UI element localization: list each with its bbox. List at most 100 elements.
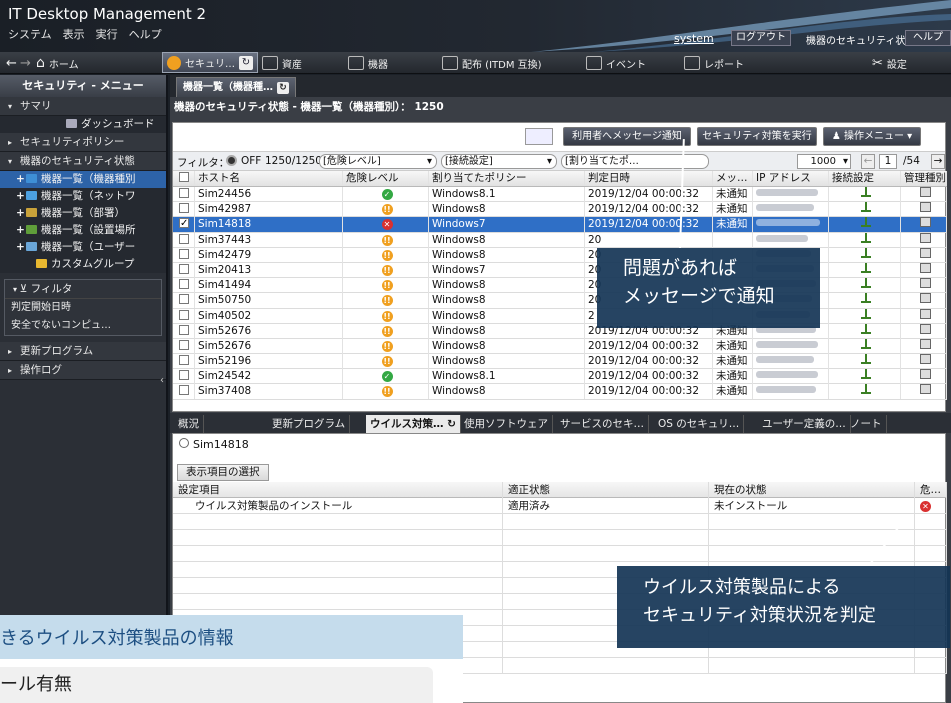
user-link[interactable]: system — [674, 32, 714, 45]
expand-icon[interactable]: + — [16, 205, 26, 222]
filter-title[interactable]: ▾ ⊻ フィルタ — [5, 280, 161, 299]
filter-toggle-icon[interactable] — [226, 155, 237, 166]
run-security-action-button[interactable]: セキュリティ対策を実行 — [697, 127, 817, 146]
detail-tab[interactable]: サービスのセキ… — [556, 415, 649, 433]
menu-system[interactable]: システム — [8, 26, 52, 42]
table-row[interactable]: Sim52676!! Windows8 2019/12/04 00:00:32 未通知 — [173, 338, 947, 355]
sidebar-item-dashboard[interactable]: ダッシュボード — [0, 116, 166, 133]
column-header[interactable]: 割り当てたポリシー — [429, 171, 585, 186]
sidebar-item-summary[interactable]: ▾ サマリ — [0, 97, 166, 116]
table-row[interactable]: Sim50750!! Windows8 20 — [173, 293, 947, 309]
forward-button[interactable]: → — [20, 52, 31, 74]
tab-device-list[interactable]: 機器一覧（機器種… ↻ — [176, 77, 296, 97]
logout-button[interactable]: ログアウト — [731, 30, 791, 46]
column-header[interactable]: IP アドレス — [753, 171, 829, 186]
table-row[interactable]: Sim24456 ✓ Windows8.1 2019/12/04 00:00:32 未通… — [173, 187, 947, 203]
column-header[interactable]: 接続設定 — [829, 171, 901, 186]
row-checkbox[interactable] — [173, 293, 195, 309]
refresh-icon[interactable]: ↻ — [277, 82, 289, 94]
table-row[interactable]: Sim37443!! Windows8 20 — [173, 232, 947, 248]
page-size-select[interactable]: 1000 ▾ — [797, 154, 851, 169]
table-row[interactable]: Sim52676!! Windows8 2019/12/04 00:00:32 未通知 — [173, 323, 947, 339]
notify-user-button[interactable]: 利用者へメッセージ通知 — [563, 127, 691, 146]
nav-settings[interactable]: ✂ 設定 — [872, 52, 907, 74]
column-header[interactable]: 判定日時 — [585, 171, 713, 186]
nav-home[interactable]: ⌂ ホーム — [36, 52, 79, 74]
policy-dropdown[interactable]: [割り当てたポ… — [561, 154, 709, 169]
sidebar-subitem[interactable]: カスタムグループ — [0, 256, 166, 273]
filter-row-unsafe-computers[interactable]: 安全でないコンピュ… — [5, 317, 161, 335]
table-row[interactable]: Sim41494!! Windows8 20 — [173, 278, 947, 294]
detail-tab[interactable]: ウイルス対策… ↻ — [366, 415, 461, 433]
column-header[interactable]: 管理種別 — [901, 171, 947, 186]
nav-security[interactable]: セキュリ… ↻ — [162, 52, 258, 73]
next-page-button[interactable]: → — [931, 154, 945, 169]
column-header[interactable]: メッ… — [713, 171, 753, 186]
connection-dropdown[interactable]: [接続設定] ▾ — [441, 154, 557, 169]
detail-tab[interactable]: ノート — [846, 415, 887, 433]
refresh-icon[interactable]: ↻ — [444, 418, 456, 430]
help-button[interactable]: ヘルプ — [905, 30, 951, 46]
refresh-icon[interactable]: ↻ — [239, 55, 253, 70]
column-header[interactable]: 設定項目 — [173, 482, 503, 498]
filter-row-start-date[interactable]: 判定開始日時 — [5, 299, 161, 317]
sidebar-item-updates[interactable]: ▸ 更新プログラム — [0, 342, 166, 361]
select-columns-button[interactable]: 表示項目の選択 — [177, 464, 269, 481]
operation-menu-button[interactable]: ♟ 操作メニュー ▾ — [823, 127, 921, 146]
sidebar-item-security-policy[interactable]: ▸ セキュリティポリシー — [0, 133, 166, 152]
row-checkbox[interactable] — [173, 354, 195, 370]
sidebar-subitem[interactable]: + 機器一覧（機器種別 — [0, 171, 166, 188]
expand-icon[interactable]: + — [16, 222, 26, 239]
detail-tab[interactable]: ユーザー定義の… — [758, 415, 851, 433]
prev-page-button[interactable]: ← — [861, 154, 875, 169]
row-checkbox[interactable] — [173, 232, 195, 248]
sidebar-subitem[interactable]: + 機器一覧（設置場所 — [0, 222, 166, 239]
column-header[interactable]: 現在の状態 — [709, 482, 915, 498]
nav-reports[interactable]: レポート — [684, 52, 744, 74]
table-row[interactable]: Sim42987!! Windows8 2019/12/04 00:00:32 未通知 — [173, 202, 947, 218]
detail-tab[interactable]: 更新プログラム — [268, 415, 351, 433]
table-row[interactable]: Sim24542 ✓ Windows8.1 2019/12/04 00:00:32 未通… — [173, 369, 947, 385]
menu-run[interactable]: 実行 — [96, 26, 118, 42]
row-checkbox[interactable] — [173, 308, 195, 324]
table-row[interactable]: Sim40502!! Windows8 2 — [173, 308, 947, 324]
column-header[interactable]: 危… — [915, 482, 947, 498]
row-checkbox[interactable] — [173, 323, 195, 339]
detail-tab[interactable]: 概況 — [174, 415, 204, 433]
row-checkbox[interactable] — [173, 187, 195, 202]
row-checkbox[interactable] — [173, 369, 195, 385]
detail-tab[interactable]: 使用ソフトウェア — [460, 415, 553, 433]
risk-level-dropdown[interactable]: [危険レベル] ▾ — [319, 154, 437, 169]
table-row[interactable]: Sim20413!! Windows7 20 — [173, 262, 947, 279]
row-checkbox[interactable] — [173, 262, 195, 278]
sidebar-item-operation-log[interactable]: ▸ 操作ログ — [0, 361, 166, 380]
menu-help[interactable]: ヘルプ — [129, 26, 162, 42]
nav-events[interactable]: イベント — [586, 52, 646, 74]
sidebar-subitem[interactable]: + 機器一覧（ネットワ — [0, 188, 166, 205]
table-row[interactable]: Sim42479!! Windows8 20 — [173, 247, 947, 263]
sidebar-subitem[interactable]: + 機器一覧（ユーザー — [0, 239, 166, 256]
row-checkbox[interactable] — [173, 202, 195, 218]
row-checkbox[interactable]: ✓ — [173, 217, 195, 233]
nav-distribution[interactable]: 配布 (ITDM 互換) — [442, 52, 542, 74]
table-row[interactable]: Sim37408!! Windows8 2019/12/04 00:00:32 未通知 — [173, 384, 947, 400]
page-number-input[interactable]: 1 — [879, 154, 897, 169]
expand-icon[interactable]: + — [16, 188, 26, 205]
sidebar-item-device-security[interactable]: ▾ 機器のセキュリティ状態 — [0, 152, 166, 171]
back-button[interactable]: ← — [6, 52, 17, 74]
expand-icon[interactable]: + — [16, 239, 26, 256]
detail-row[interactable]: ウイルス対策製品のインストール 適用済み 未インストール ✕ — [173, 498, 947, 514]
row-checkbox[interactable] — [173, 384, 195, 400]
view-toggle-icon[interactable] — [525, 128, 553, 145]
menu-view[interactable]: 表示 — [63, 26, 85, 42]
column-header[interactable]: 危険レベル — [343, 171, 429, 186]
expand-icon[interactable]: + — [16, 171, 26, 188]
table-row[interactable]: ✓ Sim14818 ✕ Windows7 2019/12/04 00:00:32 未通知 — [173, 217, 947, 233]
column-header[interactable]: 適正状態 — [503, 482, 709, 498]
row-checkbox[interactable] — [173, 247, 195, 263]
table-row[interactable]: Sim52196!! Windows8 2019/12/04 00:00:32 未通知 — [173, 354, 947, 370]
select-all-checkbox[interactable] — [173, 171, 195, 186]
row-checkbox[interactable] — [173, 278, 195, 294]
detail-tab[interactable]: OS のセキュリ… — [654, 415, 745, 433]
row-checkbox[interactable] — [173, 338, 195, 354]
